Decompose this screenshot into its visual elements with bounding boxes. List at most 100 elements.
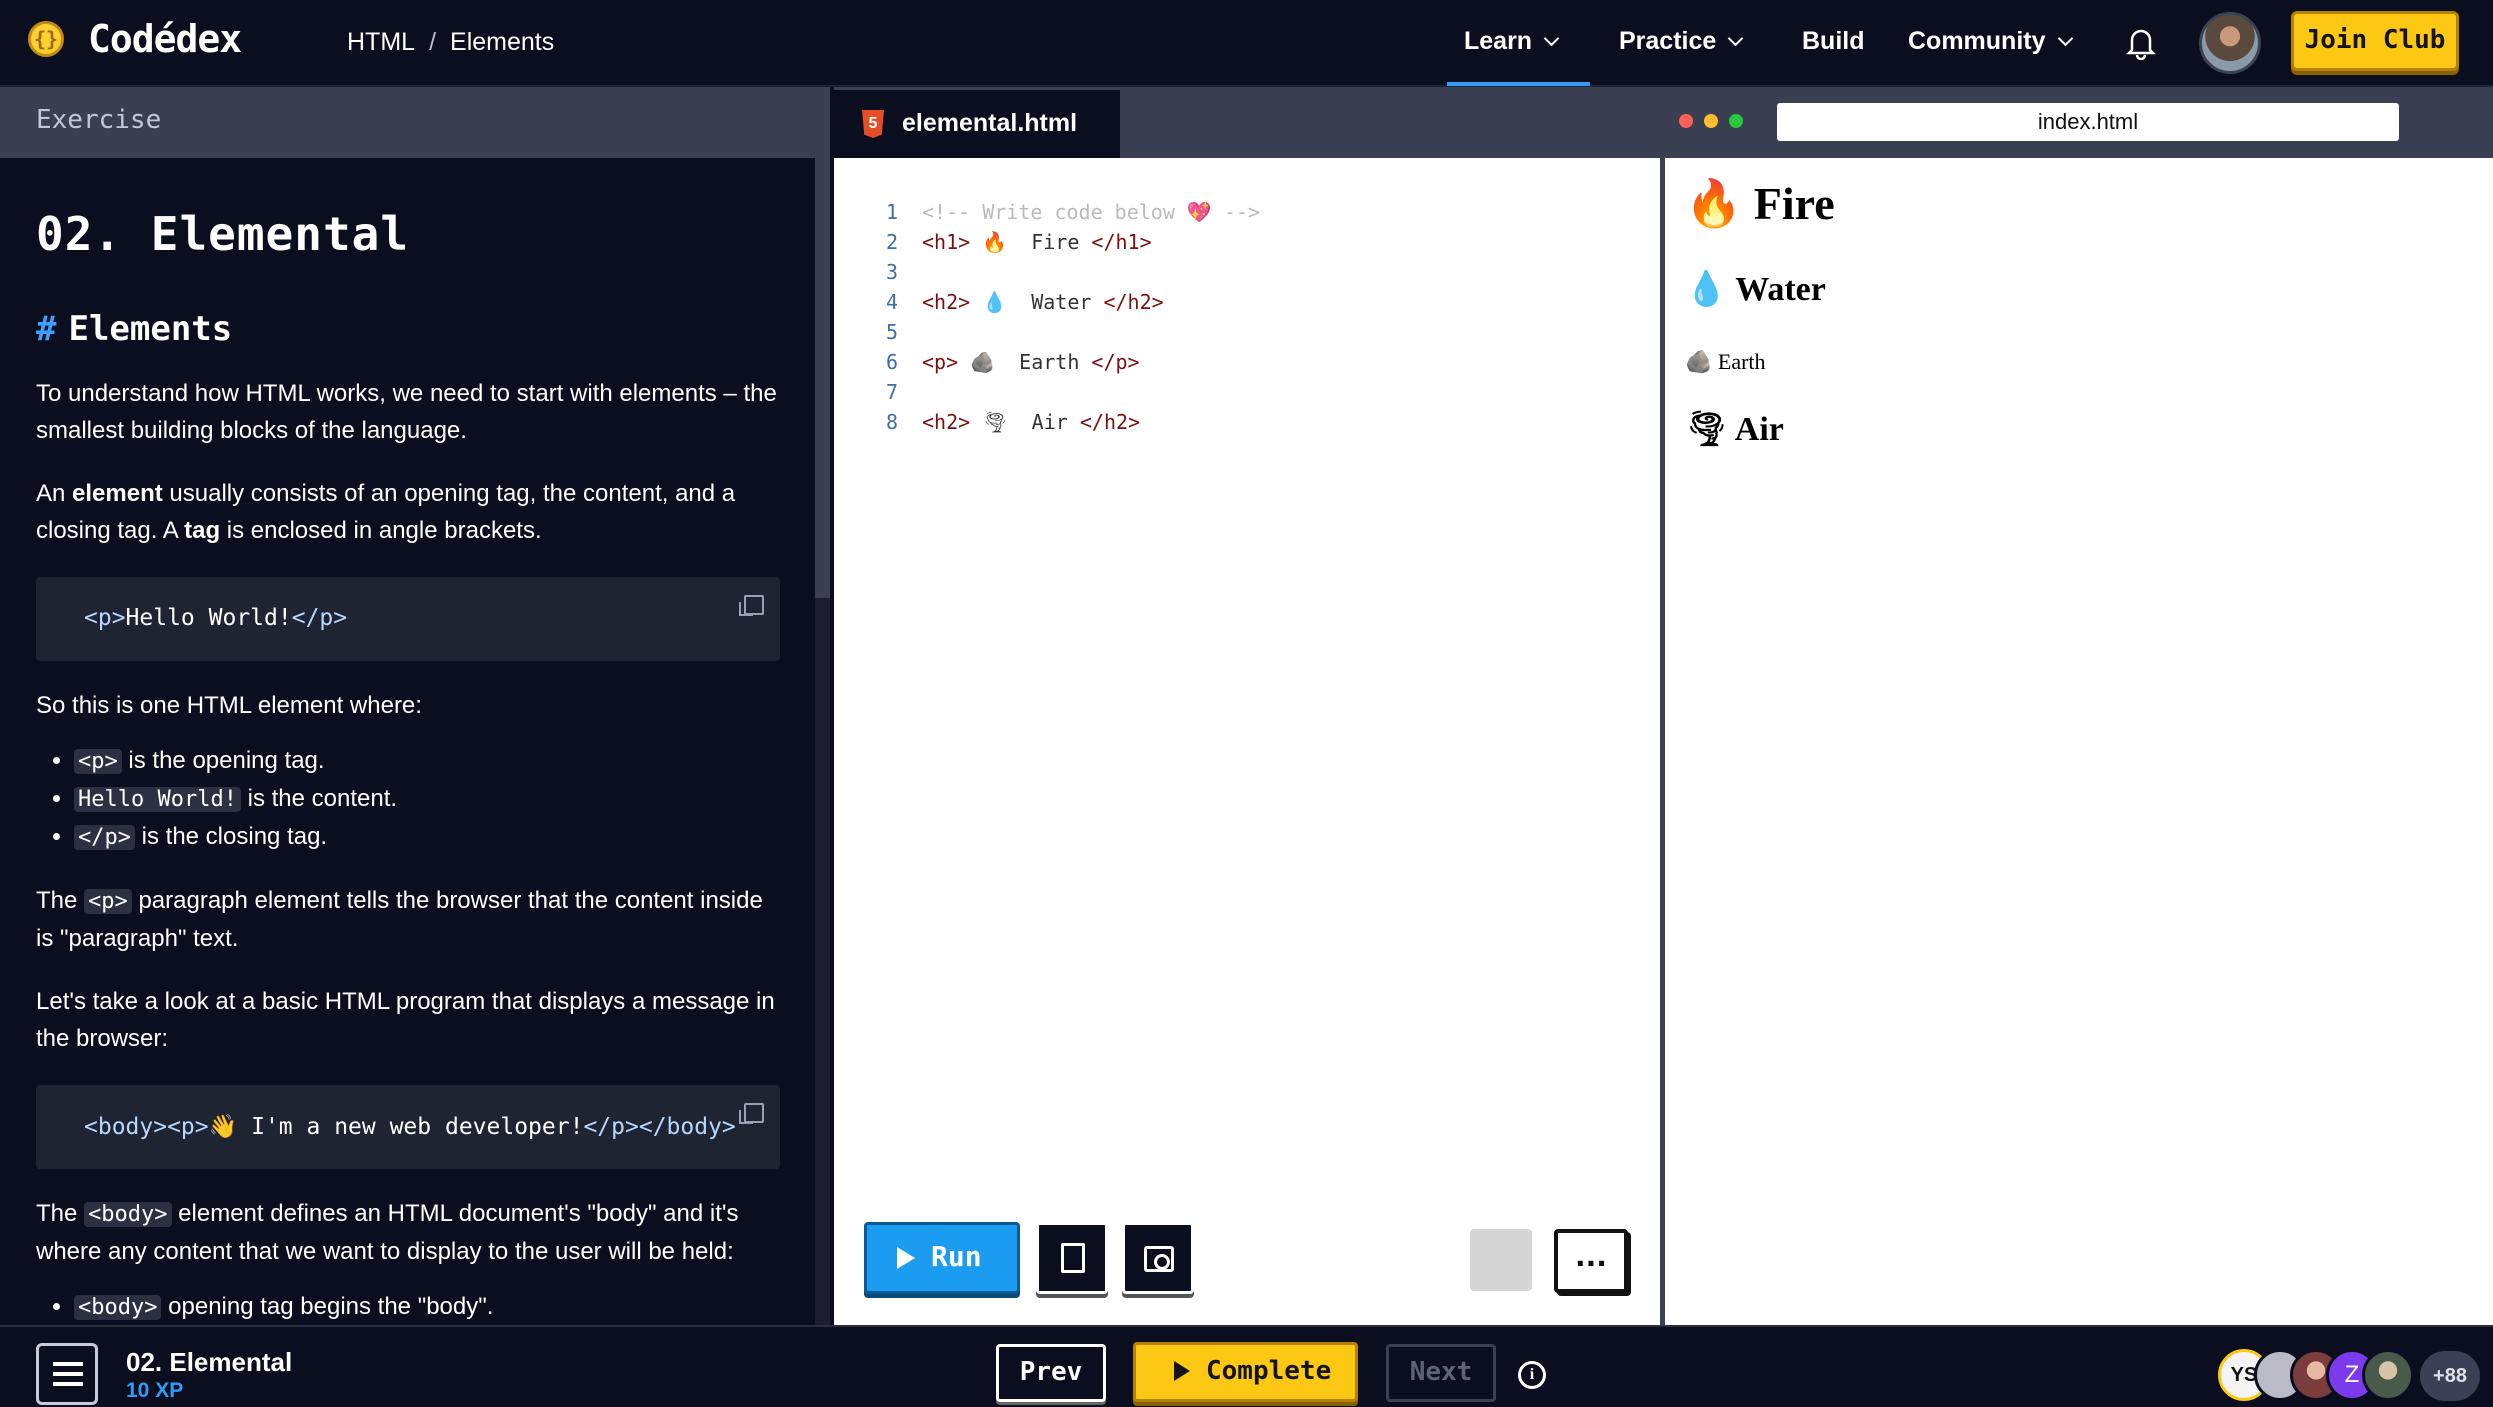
- code-line[interactable]: 6<p> 🪨 Earth </p>: [864, 347, 1624, 377]
- nav-active-underline: [1447, 82, 1590, 86]
- file-tab-label: elemental.html: [902, 109, 1077, 138]
- exercise-header-label: Exercise: [36, 105, 161, 135]
- address-bar[interactable]: index.html: [1777, 103, 2399, 141]
- paragraph-3: So this is one HTML element where:: [36, 687, 781, 724]
- nav-learn-label: Learn: [1464, 27, 1532, 55]
- file-tab[interactable]: 5 elemental.html: [834, 90, 1120, 158]
- more-users-count[interactable]: +88: [2420, 1351, 2480, 1401]
- complete-button-label: Complete: [1206, 1345, 1331, 1397]
- list-item: Hello World! is the content.: [74, 780, 781, 818]
- join-club-button[interactable]: Join Club: [2291, 11, 2459, 71]
- copy-code-button[interactable]: [1036, 1222, 1108, 1294]
- complete-button[interactable]: Complete: [1133, 1342, 1358, 1402]
- inline-code: <body>: [74, 1295, 161, 1320]
- preview-h2-air: 🌪 Air: [1685, 409, 1784, 449]
- text: An: [36, 480, 72, 507]
- code-tag: </h2>: [1080, 410, 1140, 434]
- code-line[interactable]: 2<h1> 🔥 Fire </h1>: [864, 227, 1624, 257]
- nav-learn[interactable]: Learn: [1464, 27, 1557, 56]
- html5-icon: 5: [862, 110, 884, 138]
- code-line[interactable]: 7: [864, 377, 1624, 407]
- inline-code: </p>: [74, 825, 135, 850]
- preview-h1: 🔥 Fire: [1685, 177, 1835, 231]
- code-tag: <p>: [922, 350, 958, 374]
- bottom-bar: 02. Elemental 10 XP Prev Complete Next i…: [0, 1325, 2493, 1407]
- code-line[interactable]: 4<h2> 💧 Water </h2>: [864, 287, 1624, 317]
- lesson-title: 02. Elemental: [36, 207, 781, 261]
- lesson-xp: 10 XP: [126, 1379, 183, 1403]
- code-comment: <!-- Write code below 💖 -->: [922, 200, 1260, 224]
- code-block-2-text: <body><p>👋 I'm a new web developer!</p><…: [84, 1113, 736, 1140]
- paragraph-6: The <body> element defines an HTML docum…: [36, 1195, 781, 1270]
- screenshot-icon: [1144, 1246, 1174, 1272]
- code-text: 🔥 Fire: [970, 230, 1091, 254]
- line-number: 5: [864, 317, 898, 347]
- line-number: 2: [864, 227, 898, 257]
- code-block-2: <body><p>👋 I'm a new web developer!</p><…: [36, 1085, 780, 1169]
- bell-icon[interactable]: [2126, 26, 2156, 60]
- nav-build[interactable]: Build: [1802, 27, 1865, 56]
- menu-list-icon: [53, 1362, 83, 1366]
- placeholder-button[interactable]: [1470, 1229, 1532, 1291]
- avatar[interactable]: [2362, 1349, 2414, 1401]
- instructions-content: 02. Elemental #Elements To understand ho…: [36, 207, 781, 1325]
- logo-text[interactable]: Codédex: [88, 17, 241, 61]
- list-item: <body> opening tag begins the "body".: [74, 1288, 781, 1325]
- breadcrumb-separator: /: [429, 28, 436, 56]
- code-tag: <p>: [84, 605, 126, 631]
- code-line[interactable]: 3: [864, 257, 1624, 287]
- bold-tag: tag: [184, 517, 220, 544]
- breadcrumb-html[interactable]: HTML: [347, 28, 415, 56]
- line-number: 7: [864, 377, 898, 407]
- top-nav: {} Codédex HTML/Elements Learn Practice …: [0, 0, 2493, 87]
- prev-button[interactable]: Prev: [996, 1344, 1106, 1402]
- code-content: Hello World!: [126, 605, 292, 631]
- copy-icon[interactable]: [744, 1103, 764, 1123]
- nav-build-label: Build: [1802, 27, 1865, 55]
- scrollbar-thumb[interactable]: [815, 158, 830, 598]
- nav-community[interactable]: Community: [1908, 27, 2071, 56]
- code-tag: </h1>: [1091, 230, 1151, 254]
- user-avatar[interactable]: [2199, 12, 2261, 74]
- copy-icon[interactable]: [744, 595, 764, 615]
- code-tag: </p>: [292, 605, 347, 631]
- bold-element: element: [72, 480, 163, 507]
- code-editor: 5 elemental.html 1<!-- Write code below …: [834, 87, 1660, 1325]
- minimize-dot: [1704, 114, 1718, 128]
- line-number: 4: [864, 287, 898, 317]
- run-button[interactable]: Run: [864, 1222, 1020, 1294]
- lesson-menu-button[interactable]: [36, 1343, 98, 1405]
- play-icon: [897, 1247, 915, 1269]
- line-number: 3: [864, 257, 898, 287]
- nav-practice[interactable]: Practice: [1619, 27, 1741, 56]
- code-content: 👋 I'm a new web developer!: [209, 1114, 584, 1140]
- code-tag: </p>: [1091, 350, 1139, 374]
- section-heading-text: Elements: [68, 309, 232, 349]
- section-heading: #Elements: [36, 309, 781, 349]
- code-tag: </h2>: [1103, 290, 1163, 314]
- preview-h2-water: 💧 Water: [1685, 269, 1826, 309]
- code-area[interactable]: 1<!-- Write code below 💖 -->2<h1> 🔥 Fire…: [864, 197, 1624, 437]
- inline-code: Hello World!: [74, 787, 241, 812]
- code-line[interactable]: 5: [864, 317, 1624, 347]
- list-item-text: opening tag begins the "body".: [161, 1293, 493, 1320]
- preview-paragraph: 🪨 Earth: [1685, 349, 1766, 375]
- list-item-text: is the opening tag.: [122, 747, 325, 774]
- info-icon[interactable]: i: [1518, 1361, 1546, 1389]
- close-dot: [1679, 114, 1693, 128]
- code-line[interactable]: 1<!-- Write code below 💖 -->: [864, 197, 1624, 227]
- screenshot-button[interactable]: [1122, 1222, 1194, 1294]
- breadcrumb-elements[interactable]: Elements: [450, 28, 554, 56]
- coin-logo-icon[interactable]: {}: [28, 21, 64, 57]
- menu-list-icon: [53, 1382, 83, 1386]
- code-text: 🌪 Air: [970, 410, 1080, 434]
- next-button[interactable]: Next: [1386, 1344, 1496, 1402]
- instructions-panel: Exercise 02. Elemental #Elements To unde…: [0, 87, 830, 1325]
- code-line[interactable]: 8<h2> 🌪 Air </h2>: [864, 407, 1624, 437]
- code-text: 🪨 Earth: [958, 350, 1091, 374]
- list-item-text: is the closing tag.: [135, 823, 327, 850]
- nav-community-label: Community: [1908, 27, 2046, 55]
- chevron-down-icon: [1544, 31, 1560, 47]
- more-options-button[interactable]: ...: [1554, 1229, 1628, 1293]
- text: The: [36, 887, 84, 914]
